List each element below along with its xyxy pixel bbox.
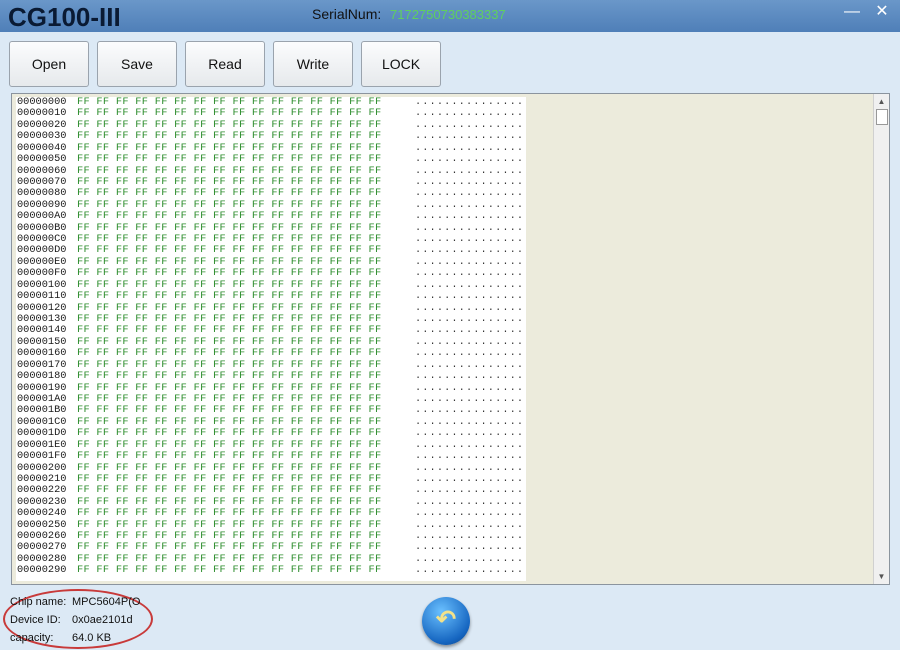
app-title: CG100-III xyxy=(8,2,121,32)
chip-name-value: MPC5604P(O xyxy=(72,596,141,608)
hex-address: 000001D0 xyxy=(17,427,67,440)
hex-bytes[interactable]: FF FF FF FF FF FF FF FF FF FF FF FF FF F… xyxy=(77,450,382,462)
toolbar: Open Save Read Write LOCK xyxy=(0,32,900,90)
hex-address: 00000240 xyxy=(17,507,67,520)
lock-button[interactable]: LOCK xyxy=(361,41,441,87)
hex-row[interactable]: 000001F0 FF FF FF FF FF FF FF FF FF FF FF… xyxy=(16,450,526,463)
hex-address: 000001F0 xyxy=(17,450,67,463)
hex-address: 00000290 xyxy=(17,564,67,577)
hex-bytes[interactable]: FF FF FF FF FF FF FF FF FF FF FF FF FF F… xyxy=(77,210,382,222)
title-bar: CG100-III SerialNum: 7172750730383337 — … xyxy=(0,0,900,32)
hex-row[interactable]: 000000A0 FF FF FF FF FF FF FF FF FF FF FF… xyxy=(16,210,526,223)
capacity-value: 64.0 KB xyxy=(72,632,112,644)
hex-ascii: ................ xyxy=(415,130,526,143)
hex-ascii: ................ xyxy=(415,427,526,440)
hex-bytes[interactable]: FF FF FF FF FF FF FF FF FF FF FF FF FF F… xyxy=(77,130,382,142)
hex-ascii: ................ xyxy=(415,564,526,577)
hex-ascii: ................ xyxy=(415,450,526,463)
back-arrow-icon: ↶ xyxy=(435,606,457,633)
hex-ascii: ................ xyxy=(415,210,526,223)
hex-row[interactable]: 000001D0 FF FF FF FF FF FF FF FF FF FF FF… xyxy=(16,427,526,440)
serial-label: SerialNum: xyxy=(312,6,382,22)
scroll-up-icon[interactable]: ▲ xyxy=(874,94,889,109)
vertical-scrollbar[interactable]: ▲ ▼ xyxy=(873,94,889,584)
hex-bytes[interactable]: FF FF FF FF FF FF FF FF FF FF FF FF FF F… xyxy=(77,427,382,439)
hex-bytes[interactable]: FF FF FF FF FF FF FF FF FF FF FF FF FF F… xyxy=(77,507,382,519)
open-button[interactable]: Open xyxy=(9,41,89,87)
capacity-label: capacity: xyxy=(10,632,54,644)
hex-ascii: ................ xyxy=(415,153,526,166)
hex-row[interactable]: 00000180 FF FF FF FF FF FF FF FF FF FF FF… xyxy=(16,370,526,383)
hex-editor[interactable]: 00000000 FF FF FF FF FF FF FF FF FF FF FF… xyxy=(11,93,890,585)
write-button[interactable]: Write xyxy=(273,41,353,87)
device-id-value: 0x0ae2101d xyxy=(72,614,133,626)
device-id-label: Device ID: xyxy=(10,614,61,626)
chip-name-label: Chip name: xyxy=(10,596,67,608)
scroll-down-icon[interactable]: ▼ xyxy=(874,569,889,584)
hex-address: 00000160 xyxy=(17,347,67,360)
hex-row[interactable]: 00000110 FF FF FF FF FF FF FF FF FF FF FF… xyxy=(16,290,526,303)
hex-address: 00000030 xyxy=(17,130,67,143)
hex-bytes[interactable]: FF FF FF FF FF FF FF FF FF FF FF FF FF F… xyxy=(77,564,382,576)
save-button[interactable]: Save xyxy=(97,41,177,87)
minimize-icon[interactable]: — xyxy=(840,2,864,24)
serial-value: 7172750730383337 xyxy=(390,7,506,22)
hex-data-panel[interactable]: 00000000 FF FF FF FF FF FF FF FF FF FF FF… xyxy=(16,97,526,581)
hex-bytes[interactable]: FF FF FF FF FF FF FF FF FF FF FF FF FF F… xyxy=(77,347,382,359)
hex-row[interactable]: 00000290 FF FF FF FF FF FF FF FF FF FF FF… xyxy=(16,564,526,577)
hex-row[interactable]: 00000030 FF FF FF FF FF FF FF FF FF FF FF… xyxy=(16,130,526,143)
hex-ascii: ................ xyxy=(415,347,526,360)
scroll-thumb[interactable] xyxy=(876,109,888,125)
hex-address: 00000110 xyxy=(17,290,67,303)
hex-address: 000000A0 xyxy=(17,210,67,223)
close-icon[interactable]: ✕ xyxy=(870,2,894,24)
hex-bytes[interactable]: FF FF FF FF FF FF FF FF FF FF FF FF FF F… xyxy=(77,370,382,382)
back-button[interactable]: ↶ xyxy=(422,597,470,645)
hex-ascii: ................ xyxy=(415,507,526,520)
hex-ascii: ................ xyxy=(415,370,526,383)
hex-bytes[interactable]: FF FF FF FF FF FF FF FF FF FF FF FF FF F… xyxy=(77,153,382,165)
hex-ascii: ................ xyxy=(415,290,526,303)
hex-row[interactable]: 00000240 FF FF FF FF FF FF FF FF FF FF FF… xyxy=(16,507,526,520)
hex-address: 00000050 xyxy=(17,153,67,166)
hex-row[interactable]: 00000050 FF FF FF FF FF FF FF FF FF FF FF… xyxy=(16,153,526,166)
hex-row[interactable]: 00000160 FF FF FF FF FF FF FF FF FF FF FF… xyxy=(16,347,526,360)
hex-address: 00000180 xyxy=(17,370,67,383)
hex-bytes[interactable]: FF FF FF FF FF FF FF FF FF FF FF FF FF F… xyxy=(77,290,382,302)
read-button[interactable]: Read xyxy=(185,41,265,87)
